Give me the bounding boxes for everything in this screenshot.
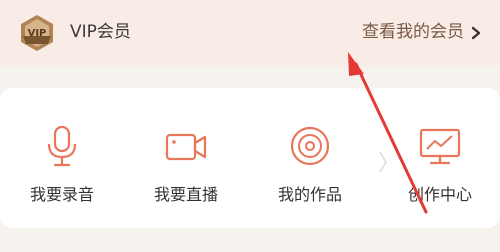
vip-badge-icon: VIP	[21, 15, 53, 51]
card-bottom-spacer	[0, 232, 500, 252]
tool-live[interactable]: 我要直播	[136, 124, 236, 206]
vip-banner[interactable]: VIP VIP会员 查看我的会员	[0, 0, 500, 66]
microphone-icon	[47, 125, 77, 167]
tool-label: 创作中心	[407, 185, 472, 204]
monitor-chart-icon	[419, 128, 461, 165]
video-camera-icon	[165, 133, 207, 161]
view-my-membership-link[interactable]: 查看我的会员	[362, 20, 464, 44]
disc-icon	[290, 126, 330, 166]
divider-chevron	[379, 151, 387, 173]
vip-badge-text: VIP	[28, 28, 47, 39]
tool-label: 我要直播	[153, 185, 218, 204]
tool-label: 我要录音	[29, 185, 94, 204]
tool-record[interactable]: 我要录音	[12, 124, 112, 206]
chevron-right-icon	[471, 26, 481, 40]
tool-creator-center[interactable]: 创作中心	[390, 124, 490, 206]
vip-label: VIP会员	[70, 22, 131, 42]
tool-works[interactable]: 我的作品	[260, 124, 360, 206]
tool-label: 我的作品	[277, 185, 342, 204]
